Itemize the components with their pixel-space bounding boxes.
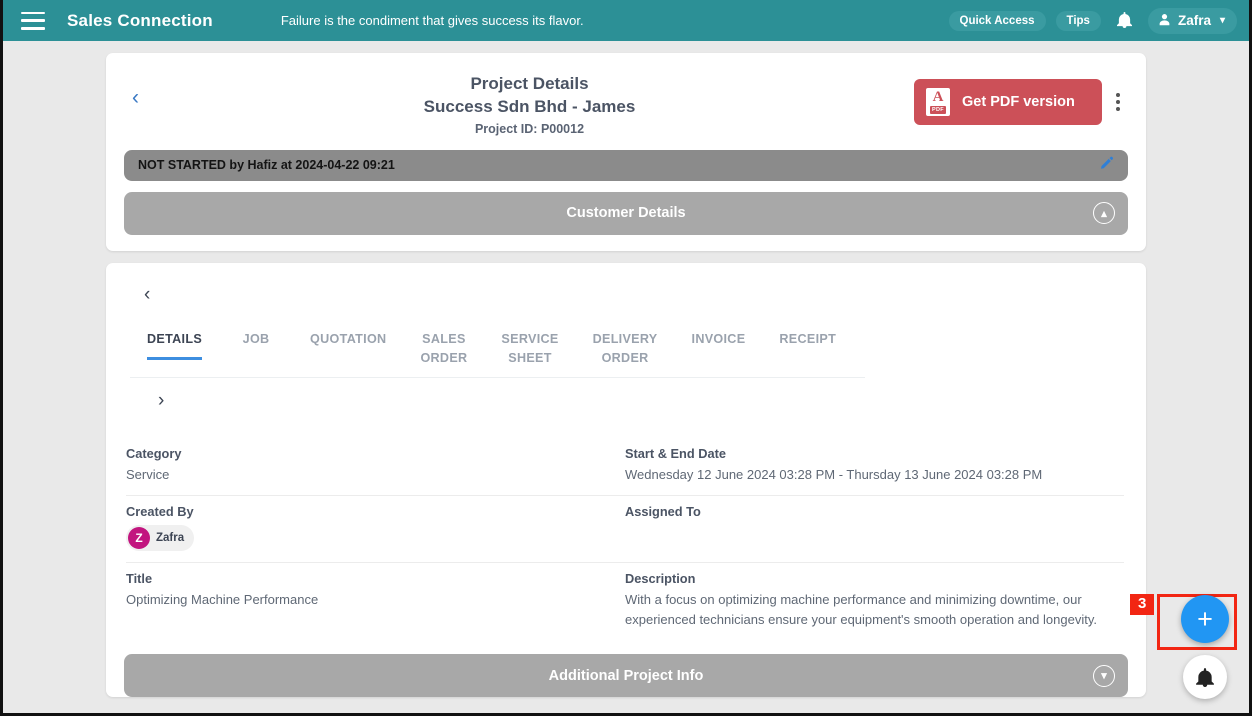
project-header-card: ‹ Project Details Success Sdn Bhd - Jame…	[106, 53, 1146, 251]
notification-fab-button[interactable]	[1183, 655, 1227, 699]
field-title-value: Optimizing Machine Performance	[126, 592, 319, 608]
edit-status-pencil-icon[interactable]	[1099, 156, 1114, 175]
tab-details[interactable]: DETAILS	[147, 330, 203, 361]
tips-button[interactable]: Tips	[1055, 10, 1101, 31]
field-created-by: Created By Z Zafra	[126, 504, 625, 552]
project-title-block: Project Details Success Sdn Bhd - James …	[145, 67, 914, 136]
get-pdf-version-button[interactable]: A PDF Get PDF version	[914, 79, 1102, 125]
tab-sales-order[interactable]: SALES ORDER	[420, 330, 467, 377]
project-status-bar: NOT STARTED by Hafiz at 2024-04-22 09:21	[124, 149, 1128, 181]
tab-quotation[interactable]: QUOTATION	[310, 330, 386, 358]
field-dates: Start & End Date Wednesday 12 June 2024 …	[625, 446, 1124, 485]
app-screen: Sales Connection Failure is the condimen…	[0, 0, 1252, 716]
chevron-down-icon[interactable]: ▾	[1093, 664, 1115, 687]
field-title: Title Optimizing Machine Performance	[126, 571, 625, 629]
field-created-by-label: Created By	[126, 504, 194, 520]
field-category-value: Service	[126, 466, 170, 482]
more-options-icon[interactable]	[1108, 87, 1128, 117]
user-avatar-icon	[1158, 13, 1171, 29]
tab-invoice[interactable]: INVOICE	[692, 330, 746, 358]
created-by-user-chip[interactable]: Z Zafra	[126, 525, 195, 552]
field-description-value: With a focus on optimizing machine perfo…	[625, 592, 1097, 627]
field-title-label: Title	[126, 571, 153, 587]
notification-bell-icon[interactable]	[1111, 11, 1138, 31]
project-detail-card: ‹ DETAILS JOB QUOTATION SALES ORDER SERV…	[106, 262, 1146, 698]
additional-project-info-label: Additional Project Info	[548, 667, 704, 684]
topbar-actions: Quick Access Tips Zafra ▾	[948, 7, 1237, 34]
detail-tabs: DETAILS JOB QUOTATION SALES ORDER SERVIC…	[130, 330, 865, 378]
created-by-name: Zafra	[156, 532, 185, 545]
motivational-quote: Failure is the condiment that gives succ…	[280, 13, 584, 28]
tab-service-sheet[interactable]: SERVICE SHEET	[501, 330, 558, 377]
tab-delivery-order[interactable]: DELIVERY ORDER	[593, 330, 658, 377]
user-name-label: Zafra	[1177, 13, 1211, 28]
customer-details-section-header[interactable]: Customer Details ▴	[124, 191, 1128, 235]
field-row-created-assigned: Created By Z Zafra Assigned To	[126, 496, 1124, 564]
back-button[interactable]: ‹	[124, 67, 145, 108]
pdf-icon-label: PDF	[930, 106, 946, 114]
additional-project-info-section-header[interactable]: Additional Project Info ▾	[124, 654, 1128, 698]
pdf-icon-glyph: A	[932, 89, 944, 105]
user-menu-button[interactable]: Zafra ▾	[1147, 7, 1237, 34]
field-assigned-to-label: Assigned To	[625, 504, 701, 520]
project-id-label: Project ID: P00012	[474, 121, 585, 136]
top-navigation-bar: Sales Connection Failure is the condimen…	[3, 0, 1249, 41]
project-header-row: ‹ Project Details Success Sdn Bhd - Jame…	[124, 67, 1128, 136]
app-brand-title: Sales Connection	[67, 10, 213, 30]
page-content: ‹ Project Details Success Sdn Bhd - Jame…	[3, 41, 1249, 713]
tab-job[interactable]: JOB	[236, 330, 276, 358]
detail-fields: Category Service Start & End Date Wednes…	[124, 438, 1128, 641]
field-row-category-dates: Category Service Start & End Date Wednes…	[126, 438, 1124, 497]
field-dates-label: Start & End Date	[625, 445, 726, 461]
field-description: Description With a focus on optimizing m…	[625, 571, 1124, 629]
hamburger-menu-icon[interactable]	[21, 11, 45, 30]
field-assigned-to: Assigned To	[625, 504, 1124, 551]
add-button[interactable]: +	[1181, 595, 1229, 643]
field-description-label: Description	[625, 571, 696, 587]
field-category: Category Service	[126, 446, 625, 485]
field-category-label: Category	[126, 445, 182, 461]
chevron-down-icon: ▾	[1219, 15, 1225, 26]
status-text: NOT STARTED by Hafiz at 2024-04-22 09:21	[138, 158, 395, 173]
page-title: Project Details	[470, 74, 589, 93]
quick-access-button[interactable]: Quick Access	[948, 10, 1046, 31]
field-dates-value: Wednesday 12 June 2024 03:28 PM - Thursd…	[625, 466, 1043, 482]
header-actions: A PDF Get PDF version	[914, 67, 1128, 125]
project-customer-name: Success Sdn Bhd - James	[423, 96, 636, 116]
chevron-up-icon[interactable]: ▴	[1093, 202, 1115, 225]
field-row-title-description: Title Optimizing Machine Performance Des…	[126, 563, 1124, 640]
avatar: Z	[128, 527, 150, 550]
tab-receipt[interactable]: RECEIPT	[779, 330, 836, 358]
customer-details-label: Customer Details	[566, 205, 686, 222]
detail-back-button[interactable]: ‹	[124, 275, 156, 308]
tabs-next-button[interactable]: ›	[124, 378, 164, 412]
pdf-file-icon: A PDF	[926, 88, 950, 116]
get-pdf-version-label: Get PDF version	[962, 94, 1075, 110]
